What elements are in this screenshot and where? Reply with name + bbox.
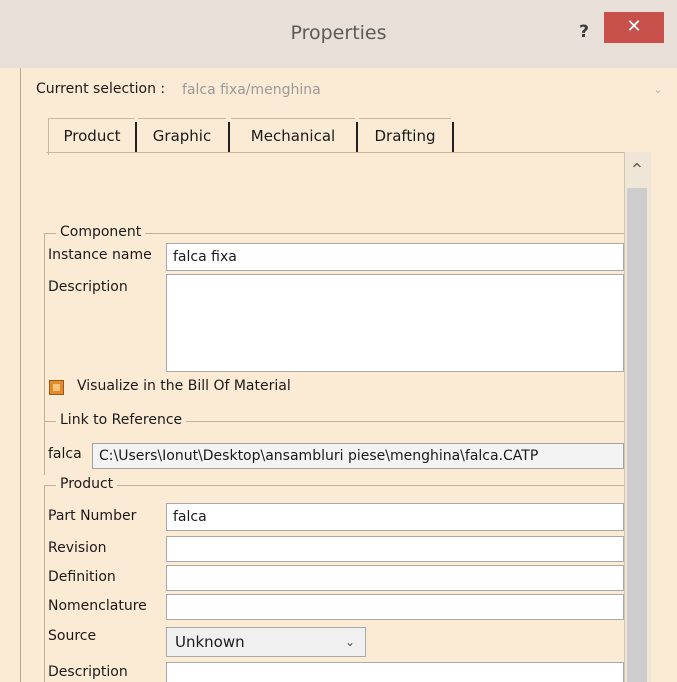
component-group-border — [44, 233, 45, 428]
tab-product[interactable]: Product — [48, 118, 135, 155]
bom-checkbox-label: Visualize in the Bill Of Material — [77, 378, 291, 394]
definition-label: Definition — [48, 569, 116, 585]
scrollbar-thumb[interactable] — [627, 188, 647, 682]
close-button[interactable]: ✕ — [604, 12, 664, 43]
description-label: Description — [48, 279, 128, 295]
reference-name: falca — [48, 446, 82, 462]
tab-divider — [452, 122, 454, 152]
tab-divider — [135, 122, 137, 152]
chevron-down-icon[interactable]: ⌄ — [650, 78, 666, 102]
checkbox-check-icon — [53, 384, 60, 391]
part-number-field[interactable]: falca — [166, 503, 624, 531]
product-description-label: Description — [48, 664, 128, 680]
current-selection-combo[interactable]: falca fixa/menghina — [182, 78, 667, 102]
instance-name-label: Instance name — [48, 247, 152, 263]
tab-mechanical[interactable]: Mechanical — [231, 118, 355, 153]
tab-label: Product — [63, 127, 121, 145]
component-group-label: Component — [56, 224, 146, 240]
chevron-down-icon: ⌄ — [344, 635, 355, 649]
revision-field[interactable] — [166, 536, 624, 562]
close-icon: ✕ — [626, 16, 642, 37]
definition-field[interactable] — [166, 565, 624, 591]
product-description-field[interactable] — [166, 662, 624, 682]
product-group-label: Product — [56, 476, 118, 492]
nomenclature-label: Nomenclature — [48, 598, 147, 614]
tab-label: Graphic — [152, 127, 212, 145]
properties-window: Properties ? ✕ Current selection : falca… — [0, 0, 677, 682]
source-label: Source — [48, 628, 97, 644]
nomenclature-field[interactable] — [166, 594, 624, 620]
scroll-up-icon[interactable]: ^ — [624, 152, 650, 188]
instance-name-field[interactable]: falca fixa — [166, 243, 624, 271]
tab-graphic[interactable]: Graphic — [138, 118, 226, 153]
help-button[interactable]: ? — [570, 18, 598, 46]
link-group-border — [44, 421, 45, 475]
tab-drafting[interactable]: Drafting — [359, 118, 451, 153]
product-group-border — [44, 485, 45, 682]
part-number-label: Part Number — [48, 508, 137, 524]
title-bar[interactable]: Properties ? ✕ — [0, 0, 677, 68]
tab-panel-border — [46, 152, 624, 153]
revision-label: Revision — [48, 540, 107, 556]
current-selection-label: Current selection : — [36, 81, 166, 97]
tab-divider — [228, 122, 230, 152]
tab-divider — [356, 122, 358, 152]
reference-path-field[interactable]: C:\Users\Ionut\Desktop\ansambluri piese\… — [92, 443, 624, 469]
bom-checkbox[interactable] — [49, 380, 64, 395]
tab-label: Drafting — [374, 127, 436, 145]
source-select[interactable]: Unknown ⌄ — [166, 627, 366, 657]
link-to-reference-label: Link to Reference — [56, 412, 187, 428]
description-textarea[interactable] — [166, 274, 624, 372]
source-select-value: Unknown — [175, 633, 245, 651]
tab-label: Mechanical — [250, 127, 336, 145]
product-group-border — [44, 485, 624, 486]
